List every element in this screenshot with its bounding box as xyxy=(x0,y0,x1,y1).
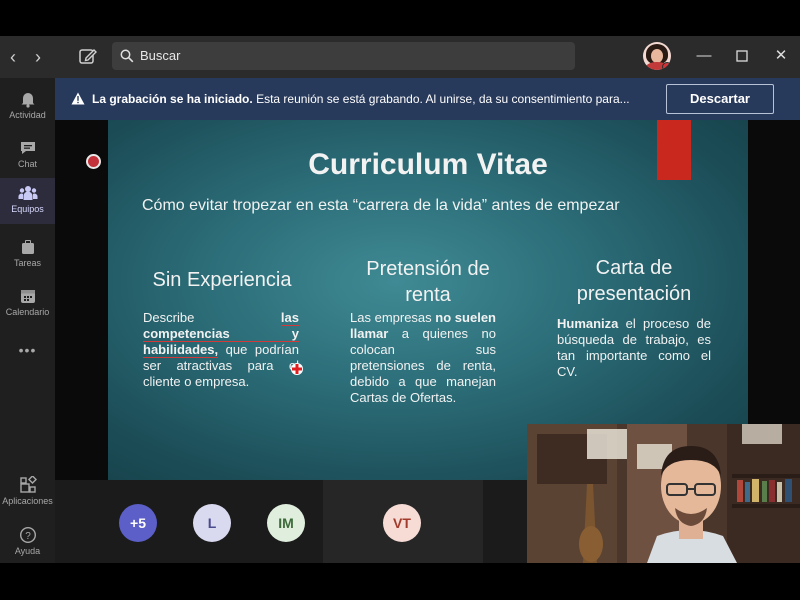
minimize-icon[interactable]: — xyxy=(694,46,714,66)
search-input[interactable]: Buscar xyxy=(112,42,575,70)
rail-label: Actividad xyxy=(9,110,46,120)
svg-text:?: ? xyxy=(25,531,31,542)
rail-label: Tareas xyxy=(13,258,41,268)
presence-busy-icon xyxy=(662,62,671,70)
top-black-band xyxy=(0,0,800,36)
rail-item-ayuda[interactable]: ? Ayuda xyxy=(0,520,55,566)
banner-bold-text: La grabación se ha iniciado. xyxy=(92,92,253,106)
search-placeholder: Buscar xyxy=(140,48,181,63)
help-icon: ? xyxy=(19,526,36,544)
banner-text: Esta reunión se está grabando. Al unirse… xyxy=(256,92,630,106)
apps-icon xyxy=(19,476,37,493)
close-icon[interactable]: ✕ xyxy=(771,46,791,66)
back-arrow-icon[interactable]: ‹ xyxy=(4,48,22,66)
recording-banner: La grabación se ha iniciado. Esta reunió… xyxy=(55,78,800,120)
col3-body: Humaniza el proceso de búsqueda de traba… xyxy=(557,316,711,380)
teams-icon xyxy=(18,186,37,200)
slide-subtitle: Cómo evitar tropezar en esta “carrera de… xyxy=(142,197,620,214)
col1-heading: Sin Experiencia xyxy=(152,269,292,291)
col3-heading: Carta de presentación xyxy=(576,257,692,305)
col1-body: Describe las competencias y habilidades,… xyxy=(143,310,299,390)
rail-item-aplicaciones[interactable]: Aplicaciones xyxy=(0,470,55,516)
rail-item-calendario[interactable]: Calendario xyxy=(0,281,55,327)
col3-bold: Humaniza xyxy=(557,316,619,331)
rail-label: Ayuda xyxy=(14,546,41,556)
rail-item-chat[interactable]: Chat xyxy=(0,133,55,179)
slide-title: Curriculum Vitae xyxy=(308,148,548,181)
col2-heading: Pretensión de renta xyxy=(366,258,490,306)
more-dots-icon: ••• xyxy=(18,342,37,358)
rail-label: Equipos xyxy=(11,204,44,214)
dismiss-button[interactable]: Descartar xyxy=(666,84,774,114)
calendar-icon xyxy=(20,290,35,303)
user-avatar[interactable] xyxy=(643,42,671,70)
participant-avatar-overflow[interactable]: +5 xyxy=(119,504,157,542)
col2-body: Las empresas no suelen llamar a quienes … xyxy=(350,310,496,406)
tasks-icon xyxy=(21,240,34,254)
participant-avatar[interactable]: VT xyxy=(383,504,421,542)
participant-avatar[interactable]: IM xyxy=(267,504,305,542)
compose-icon[interactable] xyxy=(78,46,100,68)
participant-avatar[interactable]: L xyxy=(193,504,231,542)
left-app-rail: Actividad Chat Equipos Tareas Calendario… xyxy=(0,78,55,564)
rail-label: Chat xyxy=(17,159,37,169)
presenter-video xyxy=(527,424,800,563)
bell-icon xyxy=(21,93,34,108)
warning-icon xyxy=(71,92,85,105)
rail-label: Aplicaciones xyxy=(2,496,53,506)
rail-more-button[interactable]: ••• xyxy=(0,336,55,366)
rail-item-tareas[interactable]: Tareas xyxy=(0,232,55,278)
rail-label: Calendario xyxy=(5,307,50,317)
maximize-icon[interactable] xyxy=(732,46,752,66)
search-icon xyxy=(120,49,134,63)
rail-item-equipos[interactable]: Equipos xyxy=(0,178,55,224)
forward-arrow-icon[interactable]: › xyxy=(29,48,47,66)
bottom-black-band xyxy=(0,563,800,600)
rail-item-actividad[interactable]: Actividad xyxy=(0,84,55,130)
presenter-video-tile[interactable] xyxy=(527,424,800,563)
recording-indicator-icon xyxy=(86,154,101,169)
col2-text-1: Las empresas xyxy=(350,310,436,325)
chat-icon xyxy=(20,142,35,154)
laser-pointer-icon xyxy=(290,362,304,376)
col1-text-1: Describe xyxy=(143,310,281,325)
banner-message: La grabación se ha iniciado. Esta reunió… xyxy=(92,92,672,106)
